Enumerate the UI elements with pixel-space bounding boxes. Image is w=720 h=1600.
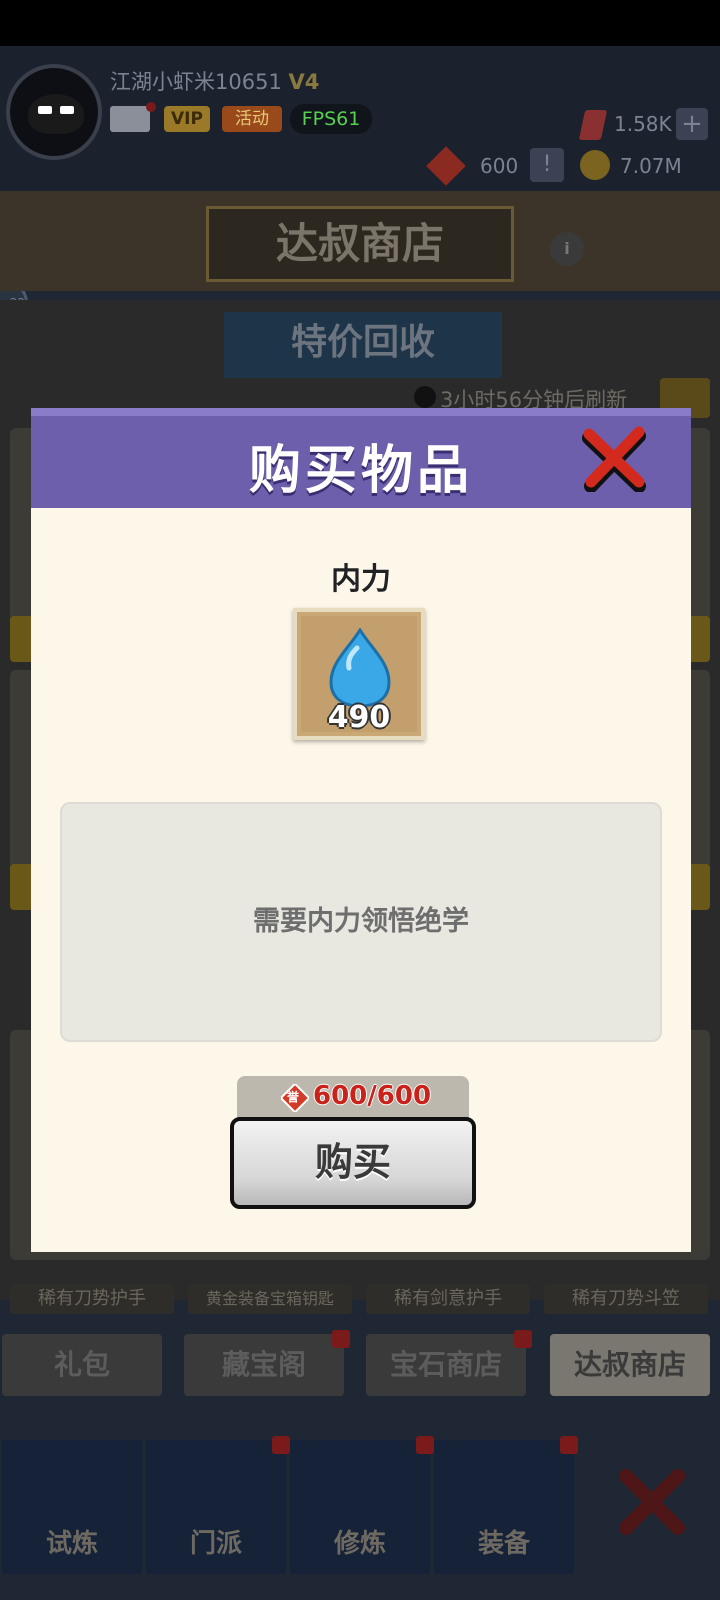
- section-tab[interactable]: 特价回收: [224, 312, 502, 378]
- close-nav-icon[interactable]: [612, 1462, 692, 1542]
- item-label: 稀有刀势护手: [10, 1284, 174, 1314]
- nav-equipment-label: 装备: [477, 1529, 530, 1559]
- gem-count: 1.58K: [614, 112, 672, 136]
- item-name: 内力: [331, 562, 391, 597]
- token-icon: 誉: [279, 1082, 311, 1114]
- token-info-button[interactable]: !: [530, 148, 564, 182]
- dialog-header: 购买物品: [31, 408, 691, 508]
- nav-sect-label: 门派: [189, 1529, 242, 1559]
- shop-title: 达叔商店: [206, 206, 514, 282]
- notification-dot: [272, 1436, 290, 1454]
- eye-icon: [60, 106, 74, 114]
- player-name: 江湖小虾米10651 V4: [110, 66, 319, 96]
- player-name-text: 江湖小虾米10651: [110, 70, 282, 94]
- cost-bar: 誉 600/600: [237, 1076, 469, 1120]
- vip-level: V4: [288, 70, 320, 94]
- mail-icon[interactable]: [110, 106, 150, 132]
- status-bar: [0, 0, 720, 46]
- notification-dot: [514, 1330, 532, 1348]
- item-description: 需要内力领悟绝学: [60, 802, 662, 1042]
- tab-uncle-shop[interactable]: 达叔商店: [550, 1334, 710, 1396]
- vip-button[interactable]: VIP: [164, 106, 210, 132]
- close-icon[interactable]: [579, 422, 649, 493]
- eye-icon: [38, 106, 52, 114]
- item-quantity: 490: [327, 700, 391, 735]
- notification-dot: [416, 1436, 434, 1454]
- tab-gift-pack[interactable]: 礼包: [2, 1334, 162, 1396]
- clock-icon: [414, 386, 436, 408]
- mail-notification-dot: [146, 102, 156, 112]
- item-label: 稀有刀势斗笠: [544, 1284, 708, 1314]
- add-gems-button[interactable]: +: [676, 108, 708, 140]
- nav-trial-label: 试炼: [45, 1529, 98, 1559]
- item-label: 稀有剑意护手: [366, 1284, 530, 1314]
- water-drop-icon: [329, 628, 391, 708]
- nav-sect[interactable]: 门派: [146, 1440, 286, 1574]
- notification-dot: [332, 1330, 350, 1348]
- ninja-face-icon: [28, 94, 84, 134]
- nav-cultivate-label: 修炼: [333, 1529, 386, 1559]
- activity-button[interactable]: 活动: [222, 106, 282, 132]
- tab-gem-shop[interactable]: 宝石商店: [366, 1334, 526, 1396]
- nav-equipment[interactable]: 装备: [434, 1440, 574, 1574]
- coin-count: 7.07M: [620, 154, 682, 178]
- token-count: 600: [480, 154, 519, 178]
- tab-treasure[interactable]: 藏宝阁: [184, 1334, 344, 1396]
- buy-button[interactable]: 购买: [230, 1117, 476, 1209]
- item-label: 黄金装备宝箱钥匙: [188, 1284, 352, 1314]
- nav-trial[interactable]: 试炼: [2, 1440, 142, 1574]
- cost-text: 600/600: [313, 1081, 432, 1111]
- nav-cultivate[interactable]: 修炼: [290, 1440, 430, 1574]
- token-glyph: 誉: [287, 1090, 300, 1104]
- purchase-dialog: 购买物品 内力 490 需要内力领悟绝学 誉 600/600 购买: [31, 408, 691, 1252]
- item-icon-box: 490: [293, 608, 425, 740]
- player-avatar[interactable]: [6, 64, 102, 160]
- header-highlight: [31, 408, 691, 416]
- notification-dot: [560, 1436, 578, 1454]
- shop-info-button[interactable]: i: [550, 232, 584, 266]
- fps-counter: FPS61: [290, 104, 372, 134]
- coin-icon: [580, 150, 610, 180]
